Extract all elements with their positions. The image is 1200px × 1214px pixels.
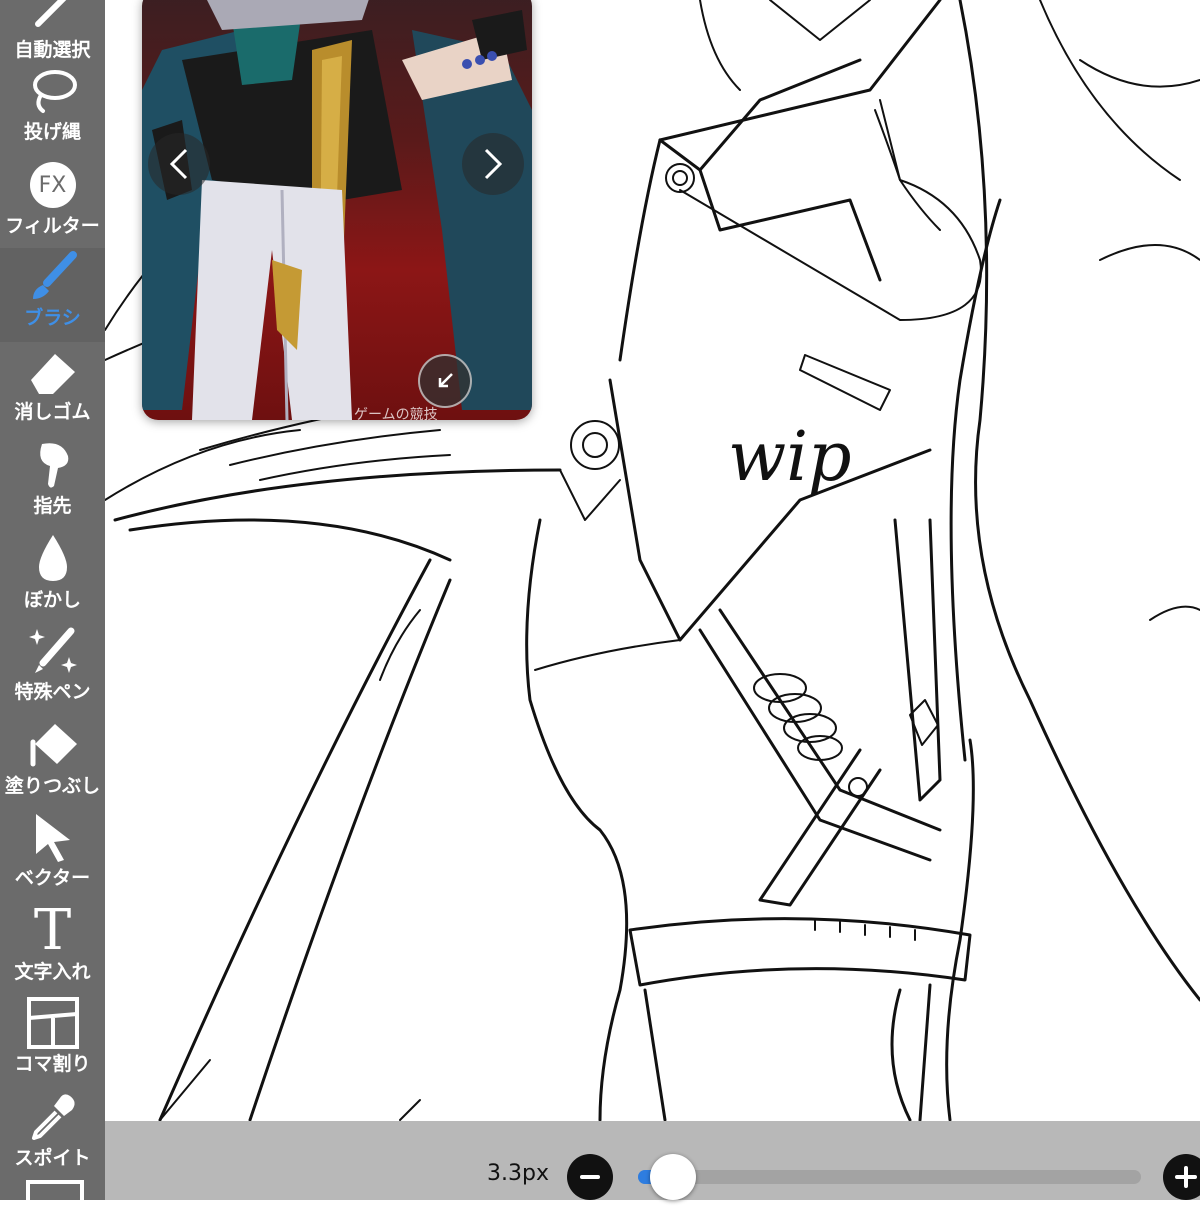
tool-sidebar: 自動選択 投げ縄 FX フィルター ブラシ 消しゴム 指先 ぼかし 特殊ペン 塗… — [0, 0, 105, 1214]
tool-label: ブラシ — [24, 307, 81, 329]
plus-icon — [1175, 1166, 1197, 1188]
reference-shrink-button[interactable] — [418, 354, 472, 408]
tool-label: 指先 — [33, 495, 72, 517]
brush-size-bar: 3.3px — [105, 1121, 1200, 1200]
tool-label: 自動選択 — [14, 39, 91, 61]
panel-divide-icon — [23, 994, 83, 1052]
tool-filter[interactable]: FX フィルター — [0, 156, 105, 250]
slider-knob[interactable] — [650, 1154, 697, 1200]
brush-size-slider[interactable] — [638, 1170, 1141, 1184]
tool-label: 投げ縄 — [23, 121, 81, 143]
reference-image-window[interactable]: ゲームの競技 — [142, 0, 532, 420]
chevron-right-icon — [484, 148, 503, 180]
minus-icon — [580, 1175, 600, 1179]
tool-label: 特殊ペン — [14, 681, 91, 703]
tool-label: 塗りつぶし — [4, 775, 101, 797]
tool-label: 消しゴム — [14, 401, 91, 423]
character-reference-image — [142, 0, 532, 420]
eraser-icon — [23, 342, 83, 400]
fx-filter-icon: FX — [23, 156, 83, 214]
tool-label: 文字入れ — [14, 961, 91, 983]
brush-size-value: 3.3px — [487, 1161, 549, 1186]
next-tool-icon-partial — [26, 1180, 84, 1214]
reference-caption: ゲームの競技 — [354, 407, 438, 420]
tool-fill[interactable]: 塗りつぶし — [0, 716, 105, 810]
fill-bucket-icon — [23, 716, 83, 774]
tool-blur[interactable]: ぼかし — [0, 530, 105, 624]
special-pen-icon — [23, 622, 83, 680]
finger-smudge-icon — [23, 436, 83, 494]
wip-annotation: wip — [728, 418, 852, 497]
tool-panel-divide[interactable]: コマ割り — [0, 994, 105, 1088]
tool-eyedropper[interactable]: スポイト — [0, 1088, 105, 1182]
reference-next-button[interactable] — [462, 133, 524, 195]
tool-label: ベクター — [14, 867, 91, 889]
blur-drop-icon — [23, 530, 83, 588]
tool-label: コマ割り — [14, 1053, 91, 1075]
tool-label: スポイト — [14, 1147, 91, 1169]
lasso-icon — [23, 62, 83, 120]
magic-wand-icon — [23, 0, 83, 38]
chevron-left-icon — [169, 148, 188, 180]
tool-vector[interactable]: ベクター — [0, 808, 105, 902]
tool-special-pen[interactable]: 特殊ペン — [0, 622, 105, 716]
tool-label: フィルター — [5, 215, 100, 237]
reference-prev-button[interactable] — [148, 133, 210, 195]
tool-lasso[interactable]: 投げ縄 — [0, 62, 105, 156]
tool-finger[interactable]: 指先 — [0, 436, 105, 530]
tool-eraser[interactable]: 消しゴム — [0, 342, 105, 436]
brush-icon — [23, 248, 83, 306]
increase-size-button[interactable] — [1163, 1154, 1200, 1200]
tool-text[interactable]: T 文字入れ — [0, 902, 105, 996]
text-icon: T — [33, 898, 72, 963]
decrease-size-button[interactable] — [567, 1154, 613, 1200]
tool-label: ぼかし — [23, 589, 81, 611]
eyedropper-icon — [23, 1088, 83, 1146]
tool-brush[interactable]: ブラシ — [0, 248, 105, 342]
shrink-arrow-icon — [438, 373, 453, 388]
vector-cursor-icon — [23, 808, 83, 866]
